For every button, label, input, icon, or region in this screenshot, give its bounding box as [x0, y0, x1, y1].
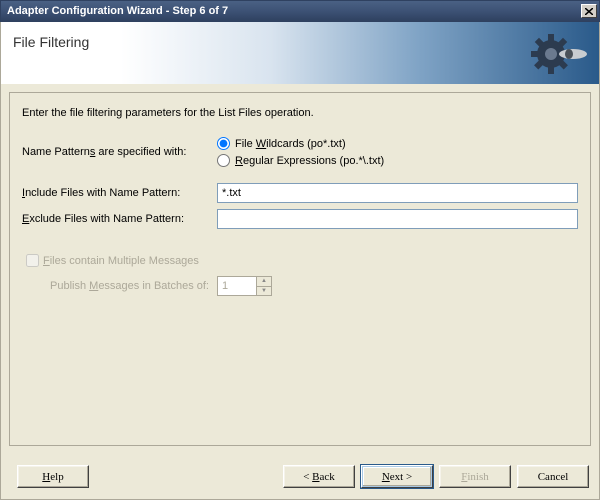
page-title: File Filtering — [1, 22, 107, 60]
title-bar: Adapter Configuration Wizard - Step 6 of… — [0, 0, 600, 22]
radio-regex[interactable]: Regular Expressions (po.*\.txt) — [217, 154, 384, 167]
close-button[interactable] — [581, 4, 597, 18]
window-title: Adapter Configuration Wizard - Step 6 of… — [7, 5, 581, 17]
button-bar: Help < Back Next > Finish Cancel — [0, 454, 600, 500]
multi-messages-checkbox — [26, 254, 39, 267]
gear-icon — [527, 30, 587, 78]
spinner-down-icon: ▼ — [256, 287, 271, 296]
batch-spinner: ▲ ▼ — [217, 276, 272, 296]
radio-wildcards[interactable]: File Wildcards (po*.txt) — [217, 137, 384, 150]
next-button[interactable]: Next > — [361, 465, 433, 488]
include-label: Include Files with Name Pattern: — [22, 187, 217, 199]
help-button[interactable]: Help — [17, 465, 89, 488]
pattern-spec-row: Name Patterns are specified with: File W… — [22, 137, 578, 167]
content-panel: Enter the file filtering parameters for … — [9, 92, 591, 446]
spinner-up-icon: ▲ — [256, 277, 271, 287]
multi-messages-row: Files contain Multiple Messages — [22, 251, 578, 270]
radio-wildcards-label: File Wildcards (po*.txt) — [235, 138, 346, 150]
instruction-text: Enter the file filtering parameters for … — [22, 107, 578, 119]
close-icon — [585, 8, 593, 15]
pattern-radio-group: File Wildcards (po*.txt) Regular Express… — [217, 137, 384, 167]
disabled-section: Files contain Multiple Messages Publish … — [22, 251, 578, 296]
multi-messages-label: Files contain Multiple Messages — [43, 255, 199, 267]
exclude-pattern-input[interactable] — [217, 209, 578, 229]
exclude-label: Exclude Files with Name Pattern: — [22, 213, 217, 225]
content-area: Enter the file filtering parameters for … — [0, 84, 600, 454]
cancel-button[interactable]: Cancel — [517, 465, 589, 488]
include-row: Include Files with Name Pattern: — [22, 183, 578, 203]
batch-label: Publish Messages in Batches of: — [22, 280, 217, 292]
wizard-header: File Filtering — [0, 22, 600, 84]
batch-value-input — [218, 277, 256, 295]
radio-regex-input[interactable] — [217, 154, 230, 167]
pattern-spec-label: Name Patterns are specified with: — [22, 146, 217, 158]
include-pattern-input[interactable] — [217, 183, 578, 203]
exclude-row: Exclude Files with Name Pattern: — [22, 209, 578, 229]
batch-row: Publish Messages in Batches of: ▲ ▼ — [22, 276, 578, 296]
back-button[interactable]: < Back — [283, 465, 355, 488]
radio-regex-label: Regular Expressions (po.*\.txt) — [235, 155, 384, 167]
finish-button: Finish — [439, 465, 511, 488]
radio-wildcards-input[interactable] — [217, 137, 230, 150]
